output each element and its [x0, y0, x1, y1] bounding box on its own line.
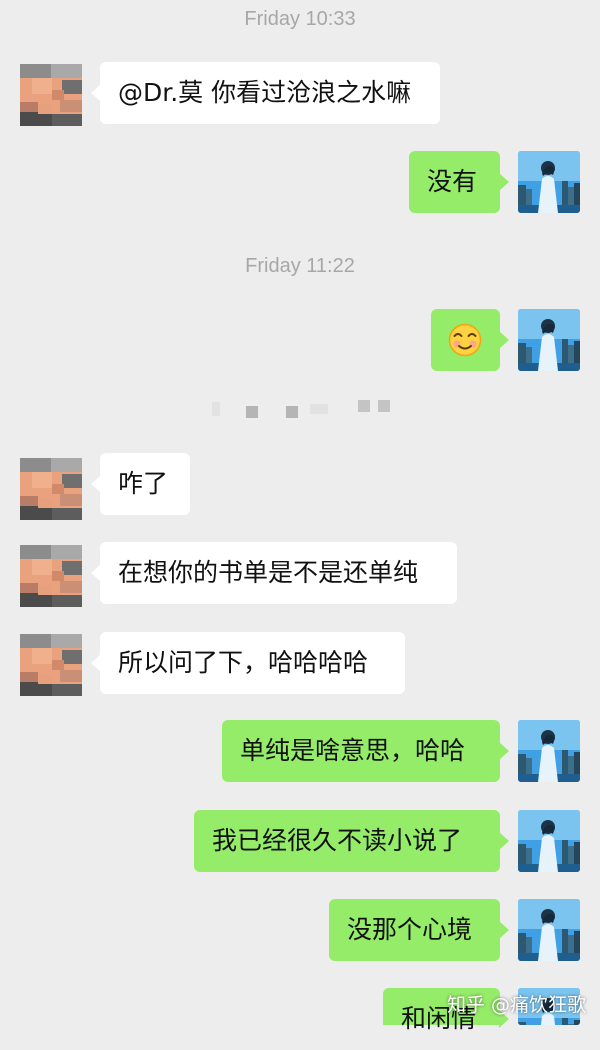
outgoing-message[interactable]: 我已经很久不读小说了	[194, 810, 509, 872]
city-skyline-avatar-icon	[518, 720, 580, 782]
incoming-message[interactable]: 所以问了下，哈哈哈哈	[91, 632, 405, 694]
message-text: 所以问了下，哈哈哈哈	[118, 648, 369, 677]
outgoing-message[interactable]: 单纯是啥意思，哈哈	[222, 720, 509, 782]
message-text: 咋了	[118, 469, 169, 498]
outgoing-message[interactable]: 没那个心境	[329, 899, 509, 961]
message-text: 在想你的书单是不是还单纯	[118, 558, 419, 587]
incoming-message[interactable]: @Dr.莫 你看过沧浪之水嘛	[91, 62, 440, 124]
pixelated-avatar-icon	[20, 458, 82, 520]
contact-avatar[interactable]	[20, 64, 82, 126]
pixelated-avatar-icon	[20, 634, 82, 696]
my-avatar[interactable]	[518, 720, 580, 782]
outgoing-message[interactable]: 没有	[409, 151, 509, 213]
message-text: 没有	[427, 167, 478, 196]
watermark: 知乎 @痛饮狂歌	[446, 994, 586, 1016]
pixelated-avatar-icon	[20, 545, 82, 607]
message-text: 我已经很久不读小说了	[212, 826, 463, 855]
incoming-message[interactable]: 咋了	[91, 453, 190, 515]
city-skyline-avatar-icon	[518, 810, 580, 872]
contact-avatar[interactable]	[20, 545, 82, 607]
my-avatar[interactable]	[518, 810, 580, 872]
city-skyline-avatar-icon	[518, 309, 580, 371]
city-skyline-avatar-icon	[518, 151, 580, 213]
timestamp: Friday 11:22	[245, 255, 355, 277]
contact-avatar[interactable]	[20, 634, 82, 696]
message-text: 单纯是啥意思，哈哈	[240, 736, 466, 765]
city-skyline-avatar-icon	[518, 899, 580, 961]
my-avatar[interactable]	[518, 899, 580, 961]
timestamp: Friday 10:33	[244, 8, 356, 30]
message-text: 没那个心境	[347, 915, 473, 944]
my-avatar[interactable]	[518, 309, 580, 371]
smiling-face-emoji-icon	[448, 323, 482, 357]
pixelated-avatar-icon	[20, 64, 82, 126]
blurred-system-notice	[212, 398, 392, 422]
contact-avatar[interactable]	[20, 458, 82, 520]
message-text: @Dr.莫 你看过沧浪之水嘛	[118, 78, 412, 107]
incoming-message[interactable]: 在想你的书单是不是还单纯	[91, 542, 457, 604]
outgoing-emoji-message[interactable]	[431, 309, 509, 371]
my-avatar[interactable]	[518, 151, 580, 213]
